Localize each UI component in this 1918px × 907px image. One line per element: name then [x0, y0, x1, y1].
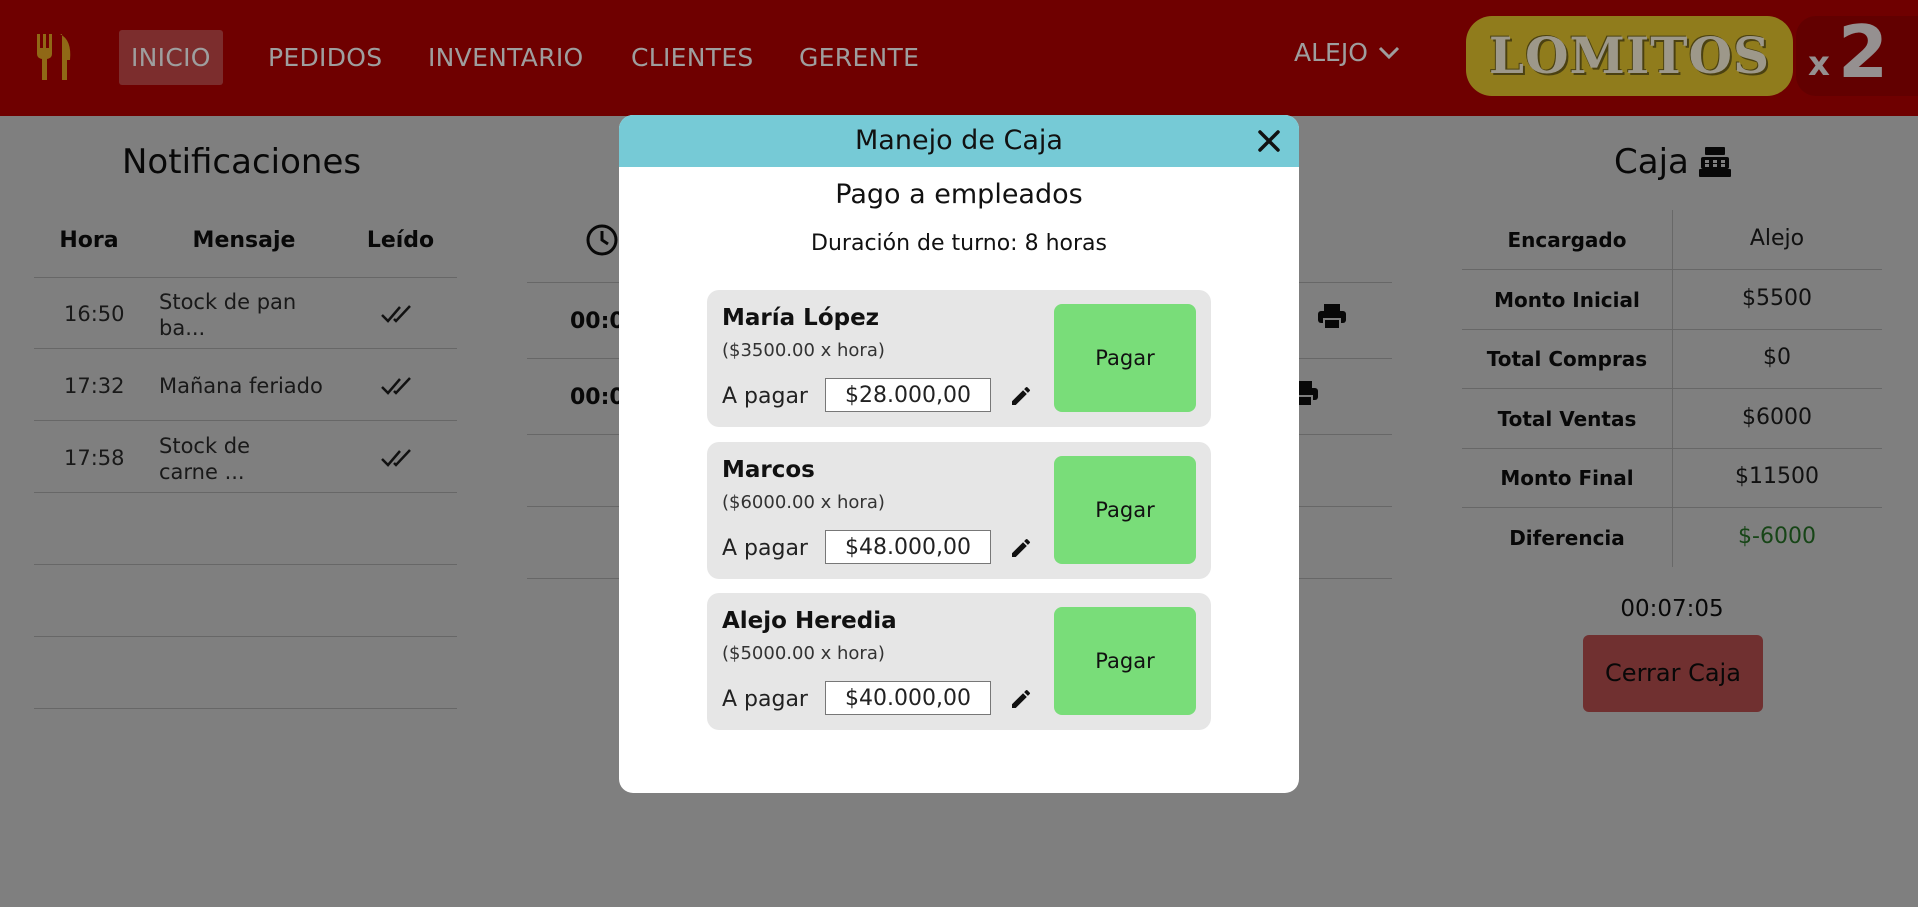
pencil-icon[interactable]	[1009, 687, 1033, 711]
employee-rate: ($6000.00 x hora)	[722, 492, 885, 513]
nav-gerente[interactable]: GERENTE	[799, 30, 919, 85]
user-menu[interactable]: ALEJO	[1294, 38, 1400, 67]
pay-label: A pagar	[722, 384, 808, 409]
manejo-caja-modal: Manejo de Caja Pago a empleados Duración…	[619, 115, 1299, 793]
shift-duration: Duración de turno: 8 horas	[811, 231, 1107, 256]
brand-name: LOMITOS	[1488, 26, 1771, 85]
pay-amount-input[interactable]	[825, 378, 991, 412]
pay-button[interactable]: Pagar	[1054, 456, 1196, 564]
employee-rate: ($5000.00 x hora)	[722, 643, 885, 664]
user-name: ALEJO	[1294, 38, 1368, 67]
brand-two: 2	[1838, 10, 1889, 94]
nav-inventario[interactable]: INVENTARIO	[428, 30, 584, 85]
employee-name: María López	[722, 305, 880, 331]
pay-amount-input[interactable]	[825, 530, 991, 564]
nav-clientes[interactable]: CLIENTES	[631, 30, 754, 85]
pay-label: A pagar	[722, 687, 808, 712]
brand-logo: LOMITOS x 2	[1466, 10, 1918, 98]
nav-inicio[interactable]: INICIO	[119, 30, 223, 85]
employee-rate: ($3500.00 x hora)	[722, 340, 885, 361]
employee-card: María López ($3500.00 x hora) A pagar Pa…	[707, 290, 1211, 427]
modal-subtitle: Pago a empleados	[835, 179, 1083, 210]
nav-pedidos[interactable]: PEDIDOS	[268, 30, 382, 85]
brand-x2-badge: x 2	[1796, 10, 1918, 96]
chevron-down-icon	[1378, 46, 1399, 59]
pencil-icon[interactable]	[1009, 536, 1033, 560]
brand-x: x	[1808, 44, 1830, 84]
employee-card: Alejo Heredia ($5000.00 x hora) A pagar …	[707, 593, 1211, 730]
close-icon[interactable]	[1255, 127, 1283, 155]
pencil-icon[interactable]	[1009, 384, 1033, 408]
pay-label: A pagar	[722, 536, 808, 561]
employee-name: Alejo Heredia	[722, 608, 897, 634]
fork-knife-icon[interactable]	[34, 34, 74, 80]
employee-card: Marcos ($6000.00 x hora) A pagar Pagar	[707, 442, 1211, 579]
employee-name: Marcos	[722, 457, 815, 483]
pay-button[interactable]: Pagar	[1054, 304, 1196, 412]
pay-button[interactable]: Pagar	[1054, 607, 1196, 715]
pay-amount-input[interactable]	[825, 681, 991, 715]
modal-title: Manejo de Caja	[855, 125, 1063, 156]
top-navbar: INICIO PEDIDOS INVENTARIO CLIENTES GEREN…	[0, 0, 1918, 116]
